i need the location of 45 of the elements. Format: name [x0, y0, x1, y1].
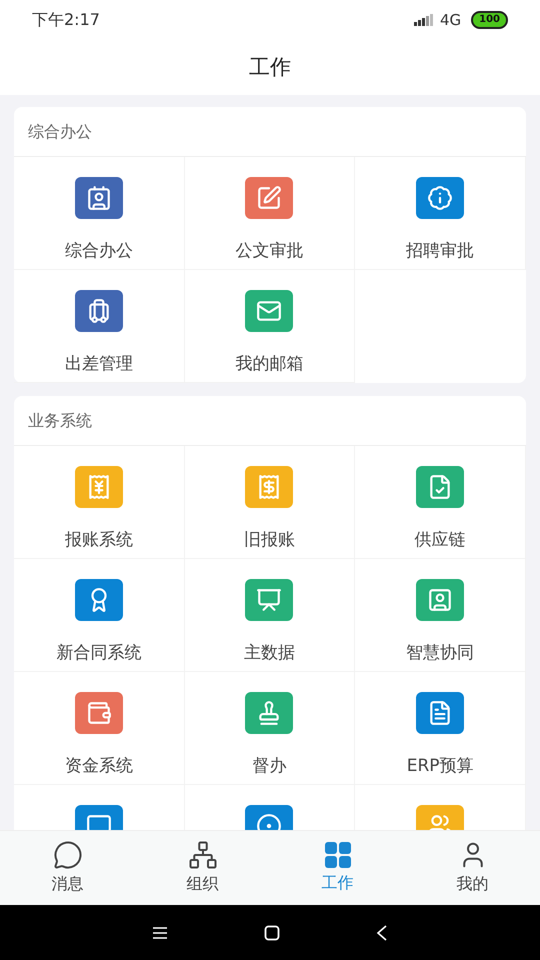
app-label: 督办: [252, 755, 286, 778]
home-icon[interactable]: [264, 924, 280, 940]
menu-icon[interactable]: [152, 926, 168, 940]
app-label: 报账系统: [64, 529, 133, 552]
back-icon[interactable]: [376, 924, 388, 940]
app-tile[interactable]: 综合办公: [14, 157, 185, 270]
app-label: 供应链: [414, 529, 466, 552]
tab-item[interactable]: 消息: [0, 831, 135, 905]
section-title: 综合办公: [28, 120, 92, 142]
app-label: 公文审批: [235, 240, 304, 263]
org-chart-icon: [188, 840, 218, 870]
page-title: 工作: [249, 54, 291, 81]
grid-icon: [324, 841, 352, 869]
tab-item[interactable]: 工作: [270, 831, 405, 905]
tab-item[interactable]: 组织: [135, 831, 270, 905]
app-tile[interactable]: 招聘审批: [355, 157, 526, 270]
chat-bubble-icon: [52, 840, 82, 870]
battery-level: 100: [471, 11, 508, 29]
app-tile[interactable]: 督办: [184, 672, 356, 785]
app-tile[interactable]: 我的邮箱: [184, 270, 356, 383]
app-tile[interactable]: 智慧协同: [355, 559, 526, 672]
app-tile[interactable]: 资金系统: [14, 672, 185, 785]
tab-item[interactable]: 我的: [405, 831, 540, 905]
signal-icon: [414, 14, 434, 26]
app-label: 旧报账: [244, 529, 295, 552]
app-tile[interactable]: 出差管理: [14, 270, 185, 383]
app-label: ERP预算: [406, 755, 474, 778]
app-label: 我的邮箱: [235, 353, 304, 376]
app-tile[interactable]: 新合同系统: [14, 559, 185, 672]
app-tile[interactable]: 公文审批: [184, 157, 356, 270]
app-tile[interactable]: ERP预算: [355, 672, 526, 785]
status-time: 下午2:17: [32, 9, 100, 31]
app-label: 招聘审批: [406, 240, 474, 263]
app-label: 新合同系统: [56, 642, 142, 665]
app-tile[interactable]: 旧报账: [184, 446, 356, 559]
app-label: 综合办公: [64, 240, 133, 263]
app-label: 智慧协同: [406, 642, 474, 665]
app-tile[interactable]: 主数据: [184, 559, 356, 672]
app-tile[interactable]: 供应链: [355, 446, 526, 559]
app-tile[interactable]: 报账系统: [14, 446, 185, 559]
app-label: 主数据: [244, 642, 295, 665]
section-title: 业务系统: [28, 410, 92, 432]
app-label: 出差管理: [64, 353, 133, 376]
app-label: 资金系统: [64, 755, 133, 778]
network-type: 4G: [440, 10, 462, 31]
